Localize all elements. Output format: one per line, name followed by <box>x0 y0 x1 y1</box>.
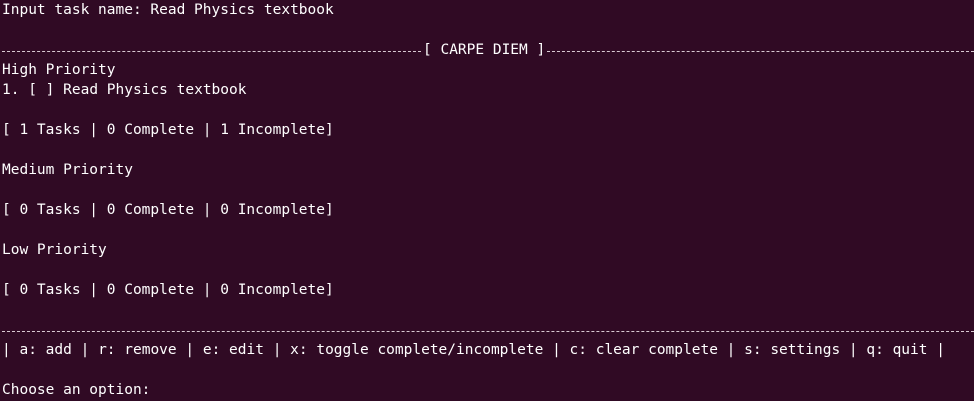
banner-rule-right <box>547 51 974 52</box>
menu-item-edit[interactable]: e: edit <box>203 342 264 358</box>
task-name-prompt-label: Input task name: <box>2 2 151 18</box>
app-title: [ CARPE DIEM ] <box>423 42 546 58</box>
menu-item-add[interactable]: a: add <box>19 342 71 358</box>
task-name-prompt: Input task name: Read Physics textbook <box>2 0 334 20</box>
banner-rule-left <box>2 51 421 52</box>
command-menu: | a: add | r: remove | e: edit | x: togg… <box>2 340 945 360</box>
section-heading-high: High Priority <box>2 62 116 78</box>
task-name-input-value[interactable]: Read Physics textbook <box>150 2 333 18</box>
menu-separator: | <box>80 342 90 358</box>
section-heading-low: Low Priority <box>2 242 107 258</box>
task-number: 1. <box>2 82 20 98</box>
section-summary-medium: [ 0 Tasks | 0 Complete | 0 Incomplete] <box>2 202 334 218</box>
task-item[interactable]: 1. [ ] Read Physics textbook <box>2 80 246 100</box>
menu-separator: | <box>936 342 945 358</box>
footer-rule <box>2 320 974 340</box>
task-name: Read Physics textbook <box>63 82 247 98</box>
menu-separator: | <box>848 342 858 358</box>
menu-item-remove[interactable]: r: remove <box>98 342 177 358</box>
menu-separator: | <box>185 342 195 358</box>
banner-rule: [ CARPE DIEM ] <box>2 40 974 60</box>
menu-item-toggle[interactable]: x: toggle complete/incomplete <box>290 342 543 358</box>
menu-separator: | <box>552 342 561 358</box>
menu-item-settings[interactable]: s: settings <box>744 342 840 358</box>
menu-separator: | <box>272 342 282 358</box>
menu-separator: | <box>726 342 736 358</box>
task-checkbox[interactable]: [ ] <box>28 82 54 98</box>
section-summary-high: [ 1 Tasks | 0 Complete | 1 Incomplete] <box>2 122 334 138</box>
section-heading-medium: Medium Priority <box>2 162 133 178</box>
footer-rule-line <box>2 331 974 332</box>
section-summary-low: [ 0 Tasks | 0 Complete | 0 Incomplete] <box>2 282 334 298</box>
choose-option-prompt[interactable]: Choose an option: <box>2 380 159 400</box>
menu-item-clear-complete[interactable]: c: clear complete <box>570 342 718 358</box>
terminal-window[interactable]: Input task name: Read Physics textbook [… <box>0 0 974 401</box>
choose-option-label: Choose an option: <box>2 382 160 398</box>
menu-item-quit[interactable]: q: quit <box>866 342 927 358</box>
menu-separator: | <box>2 342 11 358</box>
